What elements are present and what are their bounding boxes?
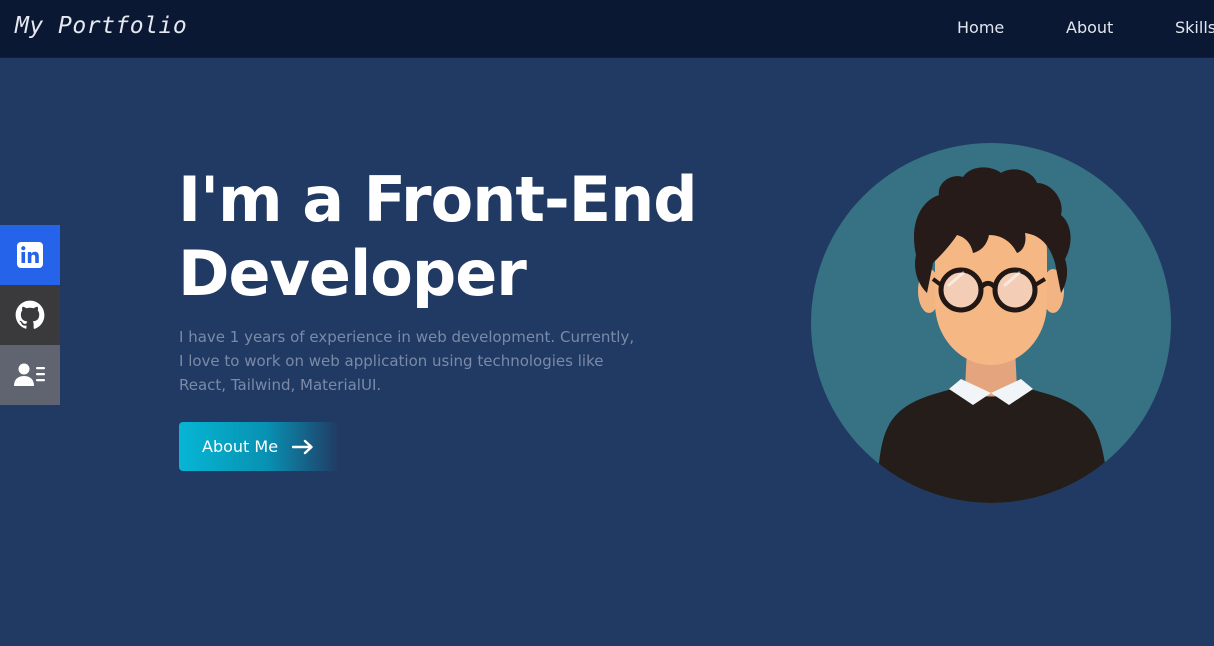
resume-button[interactable] (0, 345, 60, 405)
portfolio-page: My Portfolio Home About Skills I'm a Fro… (0, 0, 1214, 646)
about-me-button[interactable]: About Me (179, 422, 339, 471)
hero-title-line1: I'm a Front-End (178, 163, 698, 236)
resume-icon (14, 363, 45, 386)
social-sidebar (0, 225, 60, 405)
linkedin-icon (17, 242, 43, 268)
linkedin-button[interactable] (0, 225, 60, 285)
nav-skills-link[interactable]: Skills (1175, 18, 1214, 37)
nav-home-link[interactable]: Home (957, 18, 1004, 37)
hero-title-line2: Developer (178, 237, 527, 310)
github-button[interactable] (0, 285, 60, 345)
developer-avatar-icon (811, 143, 1171, 503)
hero-description: I have 1 years of experience in web deve… (179, 328, 635, 394)
about-me-button-label: About Me (202, 437, 279, 456)
brand-logo[interactable]: My Portfolio (15, 13, 187, 39)
nav-about-link[interactable]: About (1066, 18, 1113, 37)
hero-title: I'm a Front-End Developer (178, 163, 758, 311)
top-navbar: My Portfolio Home About Skills (0, 0, 1214, 58)
github-icon (15, 300, 45, 329)
arrow-right-icon (292, 439, 314, 455)
